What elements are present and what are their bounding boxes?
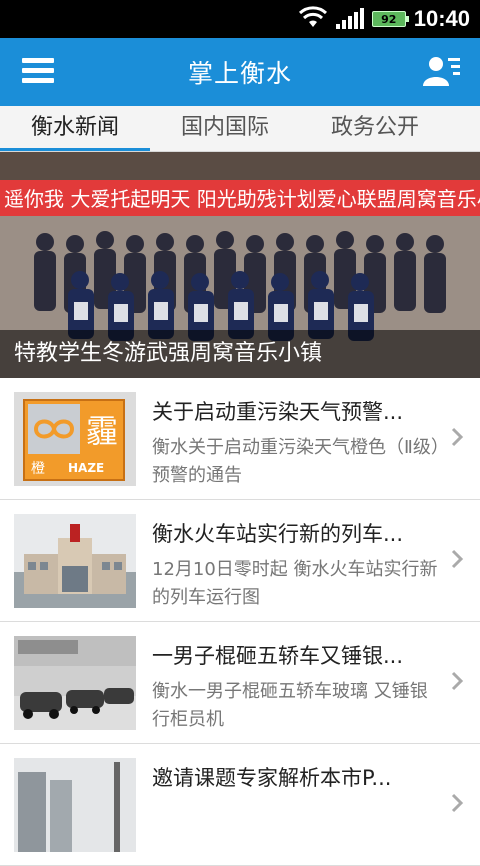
haze-glyph: 霾 — [86, 412, 118, 450]
signal-icon — [335, 8, 364, 29]
wifi-icon — [298, 5, 328, 33]
article-item[interactable]: 邀请课题专家解析本市P... — [0, 744, 480, 866]
clock: 10:40 — [413, 6, 470, 31]
article-summary: 衡水关于启动重污染天气橙色（Ⅱ级）预警的通告 — [152, 437, 440, 486]
app-title: 掌上衡水 — [187, 59, 292, 88]
chevron-right-icon — [451, 549, 464, 569]
chevron-right-icon — [451, 427, 464, 447]
article-summary: 12月10日零时起 衡水火车站实行新的列车运行图 — [152, 559, 438, 608]
tab-domestic-international[interactable]: 国内国际 — [150, 106, 300, 151]
article-item[interactable]: 衡水火车站实行新的列车... 12月10日零时起 衡水火车站实行新的列车运行图 — [0, 500, 480, 622]
haze-corner-glyph: 橙 — [31, 461, 45, 477]
hero-banner-text: 遥你我 大爱托起明天 阳光助残计划爱心联盟周窝音乐小 — [4, 187, 480, 211]
article-item[interactable]: 霾 橙 HAZE 关于启动重污染天气预警... 衡水关于启动重污染天气橙色（Ⅱ级… — [0, 378, 480, 500]
article-headline: 衡水火车站实行新的列车... — [152, 522, 404, 546]
hero-banner[interactable]: 遥你我 大爱托起明天 阳光助残计划爱心联盟周窝音乐小 特教学生冬游武强周窝音乐小… — [0, 152, 480, 378]
haze-label: HAZE — [68, 461, 104, 475]
article-list: 霾 橙 HAZE 关于启动重污染天气预警... 衡水关于启动重污染天气橙色（Ⅱ级… — [0, 378, 480, 866]
category-tabs: 衡水新闻 国内国际 政务公开 行 — [0, 106, 480, 152]
article-headline: 邀请课题专家解析本市P... — [152, 766, 392, 790]
hero-caption: 特教学生冬游武强周窝音乐小镇 — [0, 330, 480, 378]
status-bar: 92 10:40 — [0, 0, 480, 38]
article-thumbnail — [14, 636, 136, 730]
tab-government-affairs[interactable]: 政务公开 — [300, 106, 450, 151]
chevron-right-icon — [451, 793, 464, 813]
battery-icon: 92 — [371, 11, 409, 27]
article-thumbnail — [14, 758, 136, 852]
tab-more[interactable]: 行 — [450, 106, 480, 151]
user-list-icon[interactable] — [422, 54, 462, 88]
article-summary: 衡水一男子棍砸五轿车玻璃 又锤银行柜员机 — [152, 681, 428, 730]
article-thumbnail: 霾 橙 HAZE — [14, 392, 136, 486]
article-headline: 一男子棍砸五轿车又锤银... — [152, 644, 404, 668]
chevron-right-icon — [451, 671, 464, 691]
title-bar: 掌上衡水 — [0, 38, 480, 106]
article-item[interactable]: 一男子棍砸五轿车又锤银... 衡水一男子棍砸五轿车玻璃 又锤银行柜员机 — [0, 622, 480, 744]
tab-hengshui-news[interactable]: 衡水新闻 — [0, 106, 150, 151]
article-headline: 关于启动重污染天气预警... — [152, 400, 404, 424]
hamburger-menu-icon[interactable] — [22, 58, 54, 84]
article-thumbnail — [14, 514, 136, 608]
article-summary — [152, 800, 442, 856]
